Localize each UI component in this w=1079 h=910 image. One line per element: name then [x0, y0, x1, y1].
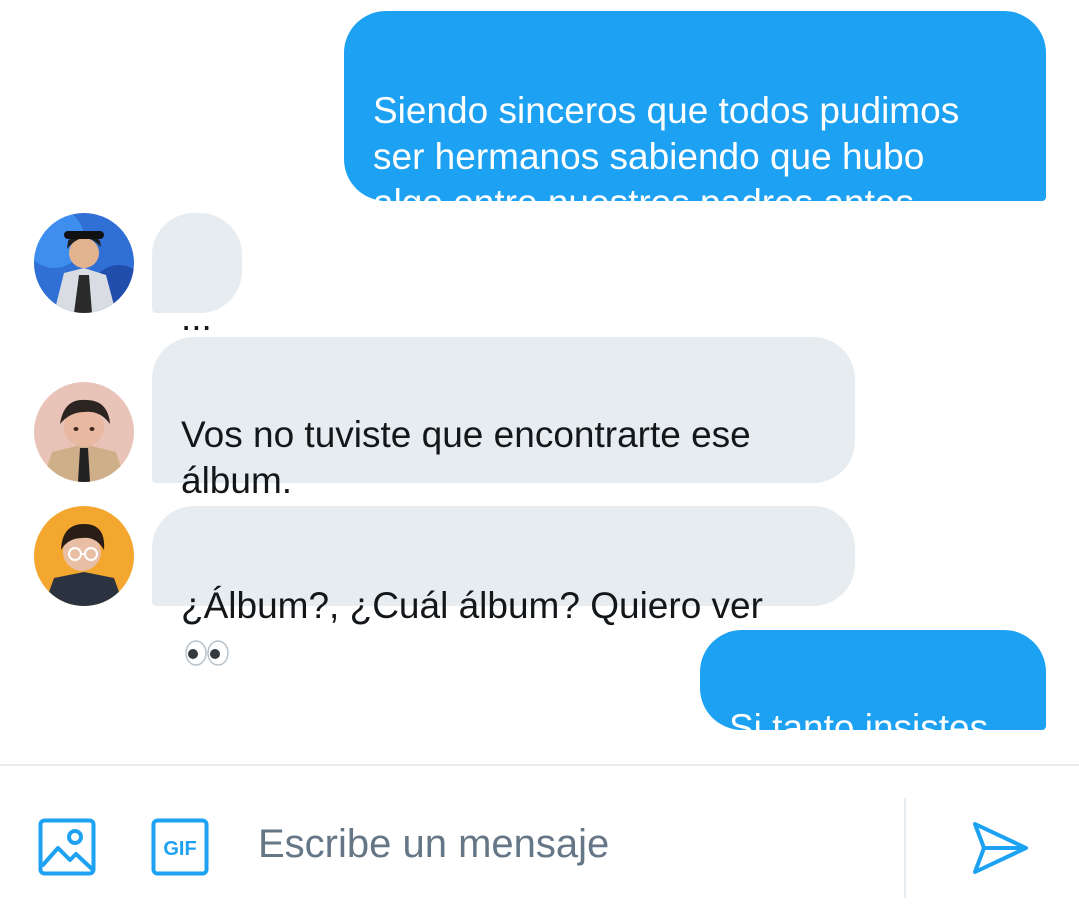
- avatar-blue-coat-character: [34, 213, 134, 313]
- incoming-message-bubble[interactable]: ...: [152, 213, 242, 338]
- message-text: ...: [181, 297, 212, 338]
- sender-avatar[interactable]: [34, 213, 134, 313]
- image-icon: [38, 818, 96, 876]
- sender-avatar[interactable]: [34, 506, 134, 606]
- gif-button[interactable]: GIF: [151, 818, 209, 876]
- incoming-message-bubble[interactable]: Vos no tuviste que encontrarte ese álbum…: [152, 337, 855, 501]
- incoming-message-bubble[interactable]: ¿Álbum?, ¿Cuál álbum? Quiero ver: [152, 506, 855, 666]
- message-text: ¿Álbum?, ¿Cuál álbum? Quiero ver: [181, 585, 763, 626]
- sender-avatar[interactable]: [34, 382, 134, 482]
- message-text: Vos no tuviste que encontrarte ese álbum…: [181, 414, 751, 501]
- image-button[interactable]: [38, 818, 96, 876]
- message-input[interactable]: [258, 814, 878, 874]
- message-composer: GIF: [0, 764, 1079, 910]
- outgoing-message-bubble[interactable]: Si tanto insistes.: [700, 630, 1046, 748]
- send-button[interactable]: [970, 818, 1030, 878]
- composer-divider: [904, 798, 906, 898]
- outgoing-message-bubble[interactable]: Siendo sinceros que todos pudimos ser he…: [344, 11, 1046, 223]
- message-text: Si tanto insistes.: [729, 707, 999, 748]
- eyes-emoji: [185, 640, 229, 666]
- send-icon: [973, 822, 1028, 874]
- avatar-beige-jacket-character: [34, 382, 134, 482]
- avatar-orange-glasses-character: [34, 506, 134, 606]
- dm-conversation-screen: Siendo sinceros que todos pudimos ser he…: [0, 0, 1079, 910]
- message-text: Siendo sinceros que todos pudimos ser he…: [373, 90, 960, 223]
- gif-label: GIF: [163, 838, 196, 860]
- gif-icon: GIF: [151, 818, 209, 876]
